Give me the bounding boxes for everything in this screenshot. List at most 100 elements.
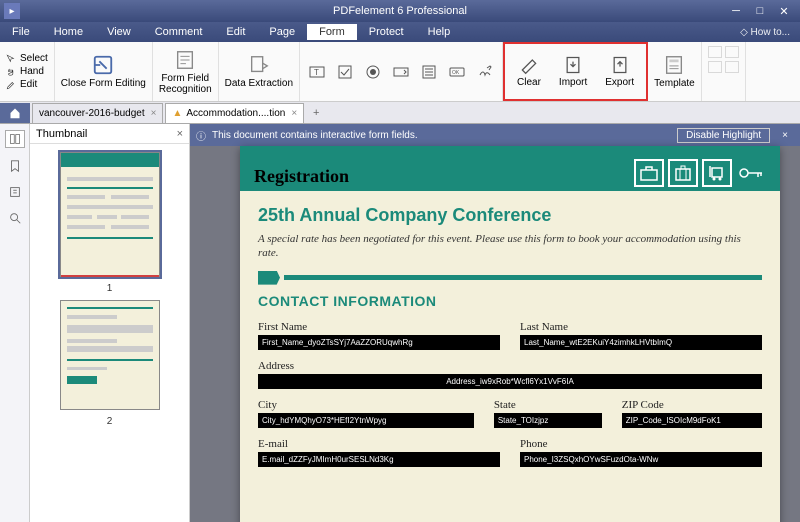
tab-2-close-icon[interactable]: × <box>285 108 297 119</box>
thumbnail-rail-icon[interactable] <box>5 130 25 148</box>
hand-tool[interactable]: Hand <box>6 66 44 77</box>
first-name-input[interactable]: First_Name_dyoZTsSYj7AaZZORUqwhRg <box>258 335 500 350</box>
attachment-rail-icon[interactable] <box>7 184 23 200</box>
thumbnail-1-number: 1 <box>107 283 113 294</box>
address-input[interactable]: Address_iw9xRob*Wcfl6Yx1VvF6IA <box>258 374 762 389</box>
search-rail-icon[interactable] <box>7 210 23 226</box>
form-notice-bar: ⓘ This document contains interactive for… <box>190 124 800 146</box>
menu-form[interactable]: Form <box>307 24 357 40</box>
briefcase-icon <box>634 159 664 187</box>
edit-tool[interactable]: Edit <box>6 79 37 90</box>
intro-text: A special rate has been negotiated for t… <box>258 232 762 261</box>
button-field-button[interactable]: OK <box>446 61 468 83</box>
notice-text: This document contains interactive form … <box>212 130 418 141</box>
select-tool[interactable]: Select <box>6 53 48 64</box>
svg-text:T: T <box>314 68 319 77</box>
document-tab-bar: vancouver-2016-budget× ▲Accommodation...… <box>0 102 800 124</box>
ribbon: Select Hand Edit Close Form Editing Form… <box>0 42 800 102</box>
tab-accommodation[interactable]: ▲Accommodation....tion× <box>165 103 304 123</box>
email-input[interactable]: E.mail_dZZFyJMImH0urSESLNd3Kg <box>258 452 500 467</box>
ribbon-group-fields: T OK <box>300 42 503 101</box>
clear-button[interactable]: Clear <box>511 53 547 90</box>
ribbon-group-tools: Select Hand Edit <box>0 42 55 101</box>
maximize-button[interactable]: □ <box>748 3 772 19</box>
thumbnail-panel: Thumbnail × 1 <box>30 124 190 522</box>
template-icon <box>663 54 685 76</box>
conference-heading: 25th Annual Company Conference <box>258 205 762 226</box>
align-1[interactable] <box>708 46 722 58</box>
how-to-link[interactable]: ◇ How to... <box>740 27 790 38</box>
thumbnail-title: Thumbnail <box>36 128 87 140</box>
bookmark-rail-icon[interactable] <box>7 158 23 174</box>
template-label: Template <box>654 78 695 89</box>
thumbnail-header: Thumbnail × <box>30 124 189 144</box>
last-name-field: Last Name Last_Name_wtE2EKuiY4zimhkLHVtb… <box>520 321 762 350</box>
close-window-button[interactable]: ✕ <box>772 3 796 19</box>
export-label: Export <box>605 77 634 88</box>
signature-field-button[interactable] <box>474 61 496 83</box>
tab-1-close-icon[interactable]: × <box>145 108 157 119</box>
disable-highlight-button[interactable]: Disable Highlight <box>677 128 770 143</box>
city-field: City City_hdYMQhyO73*HEfI2YtnWpyg <box>258 399 474 428</box>
text-field-button[interactable]: T <box>306 61 328 83</box>
minimize-button[interactable]: ─ <box>724 3 748 19</box>
ribbon-group-align <box>702 42 746 101</box>
import-button[interactable]: Import <box>553 53 593 90</box>
menu-comment[interactable]: Comment <box>143 24 215 40</box>
checkbox-button[interactable] <box>334 61 356 83</box>
form-field-recognition-icon <box>174 49 196 71</box>
data-extraction-icon <box>248 54 270 76</box>
menu-page[interactable]: Page <box>257 24 307 40</box>
template-button[interactable]: Template <box>648 42 702 101</box>
clear-label: Clear <box>517 77 541 88</box>
address-label: Address <box>258 360 762 372</box>
info-icon: ⓘ <box>196 128 206 143</box>
close-form-editing-button[interactable]: Close Form Editing <box>55 42 153 101</box>
align-3[interactable] <box>708 61 722 73</box>
export-button[interactable]: Export <box>599 53 640 90</box>
section-heading: CONTACT INFORMATION <box>258 293 762 309</box>
last-name-input[interactable]: Last_Name_wtE2EKuiY4zimhkLHVtbImQ <box>520 335 762 350</box>
menu-help[interactable]: Help <box>416 24 463 40</box>
import-label: Import <box>559 77 587 88</box>
address-field: Address Address_iw9xRob*Wcfl6Yx1VvF6IA <box>258 360 762 389</box>
menu-edit[interactable]: Edit <box>214 24 257 40</box>
new-tab-button[interactable]: + <box>306 103 326 123</box>
trolley-icon <box>702 159 732 187</box>
warning-icon: ▲ <box>172 108 182 119</box>
thumbnail-2-number: 2 <box>107 416 113 427</box>
tab-vancouver-budget[interactable]: vancouver-2016-budget× <box>32 103 163 123</box>
state-label: State <box>494 399 602 411</box>
state-input[interactable]: State_TOIzjpz <box>494 413 602 428</box>
menu-bar: File Home View Comment Edit Page Form Pr… <box>0 22 800 42</box>
hand-label: Hand <box>20 66 44 77</box>
close-form-editing-label: Close Form Editing <box>61 78 146 89</box>
form-field-recognition-button[interactable]: Form FieldRecognition <box>153 42 219 101</box>
menu-home[interactable]: Home <box>42 24 95 40</box>
first-name-label: First Name <box>258 321 500 333</box>
thumbnail-page-1[interactable] <box>60 152 160 277</box>
listbox-button[interactable] <box>418 61 440 83</box>
align-4[interactable] <box>725 61 739 73</box>
zip-input[interactable]: ZIP_Code_ISOIcM9dFoK1 <box>622 413 762 428</box>
document-viewport[interactable]: ⓘ This document contains interactive for… <box>190 124 800 522</box>
city-input[interactable]: City_hdYMQhyO73*HEfI2YtnWpyg <box>258 413 474 428</box>
menu-file[interactable]: File <box>0 24 42 40</box>
close-form-editing-icon <box>92 54 114 76</box>
menu-protect[interactable]: Protect <box>357 24 416 40</box>
thumbnail-page-2[interactable] <box>60 300 160 410</box>
side-rail <box>0 124 30 522</box>
work-area: Thumbnail × 1 <box>0 124 800 522</box>
data-extraction-button[interactable]: Data Extraction <box>219 42 300 101</box>
thumbnail-close-icon[interactable]: × <box>177 128 183 140</box>
combobox-button[interactable] <box>390 61 412 83</box>
header-icons <box>634 159 766 187</box>
align-2[interactable] <box>725 46 739 58</box>
notice-close-icon[interactable]: × <box>776 130 794 141</box>
home-tab[interactable] <box>0 103 30 123</box>
radio-button[interactable] <box>362 61 384 83</box>
email-field: E-mail E.mail_dZZFyJMImH0urSESLNd3Kg <box>258 438 500 467</box>
menu-view[interactable]: View <box>95 24 143 40</box>
phone-input[interactable]: Phone_I3ZSQxhOYwSFuzdOta-WNw <box>520 452 762 467</box>
zip-label: ZIP Code <box>622 399 762 411</box>
